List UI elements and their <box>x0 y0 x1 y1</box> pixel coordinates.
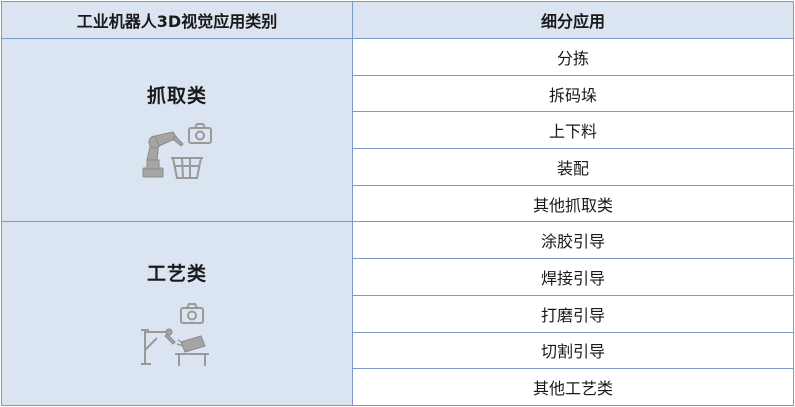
subapplication-cell: 其他抓取类 <box>352 184 794 223</box>
application-table: 工业机器人3D视觉应用类别 细分应用 抓取类 分拣 拆码垛 上下料 装配 其他抓… <box>1 1 794 406</box>
category-cell-grab: 抓取类 <box>1 37 353 223</box>
subapplication-cell: 焊接引导 <box>352 258 794 296</box>
subapplication-cell: 切割引导 <box>352 331 794 370</box>
subapplication-cell: 其他工艺类 <box>352 368 794 406</box>
robot-arm-grabbing-basket-icon <box>142 122 212 179</box>
subapplication-cell: 上下料 <box>352 111 794 150</box>
subapplication-cell: 打磨引导 <box>352 294 794 333</box>
subapplication-cell: 涂胶引导 <box>352 221 794 260</box>
category-name: 工艺类 <box>146 263 207 286</box>
table-row: 工艺类 涂胶引导 <box>1 221 794 406</box>
category-name: 抓取类 <box>146 84 207 107</box>
subapplication-cell: 拆码垛 <box>352 74 794 113</box>
header-category: 工业机器人3D视觉应用类别 <box>1 1 353 39</box>
table-header-row: 工业机器人3D视觉应用类别 细分应用 <box>1 1 794 39</box>
subapplication-cell: 分拣 <box>352 38 794 76</box>
header-subapplication: 细分应用 <box>352 1 794 39</box>
robot-arm-processing-workpiece-icon <box>141 303 209 367</box>
table-row: 抓取类 分拣 <box>1 37 794 223</box>
category-cell-process: 工艺类 <box>1 221 353 406</box>
subapplication-cell: 装配 <box>352 148 794 186</box>
